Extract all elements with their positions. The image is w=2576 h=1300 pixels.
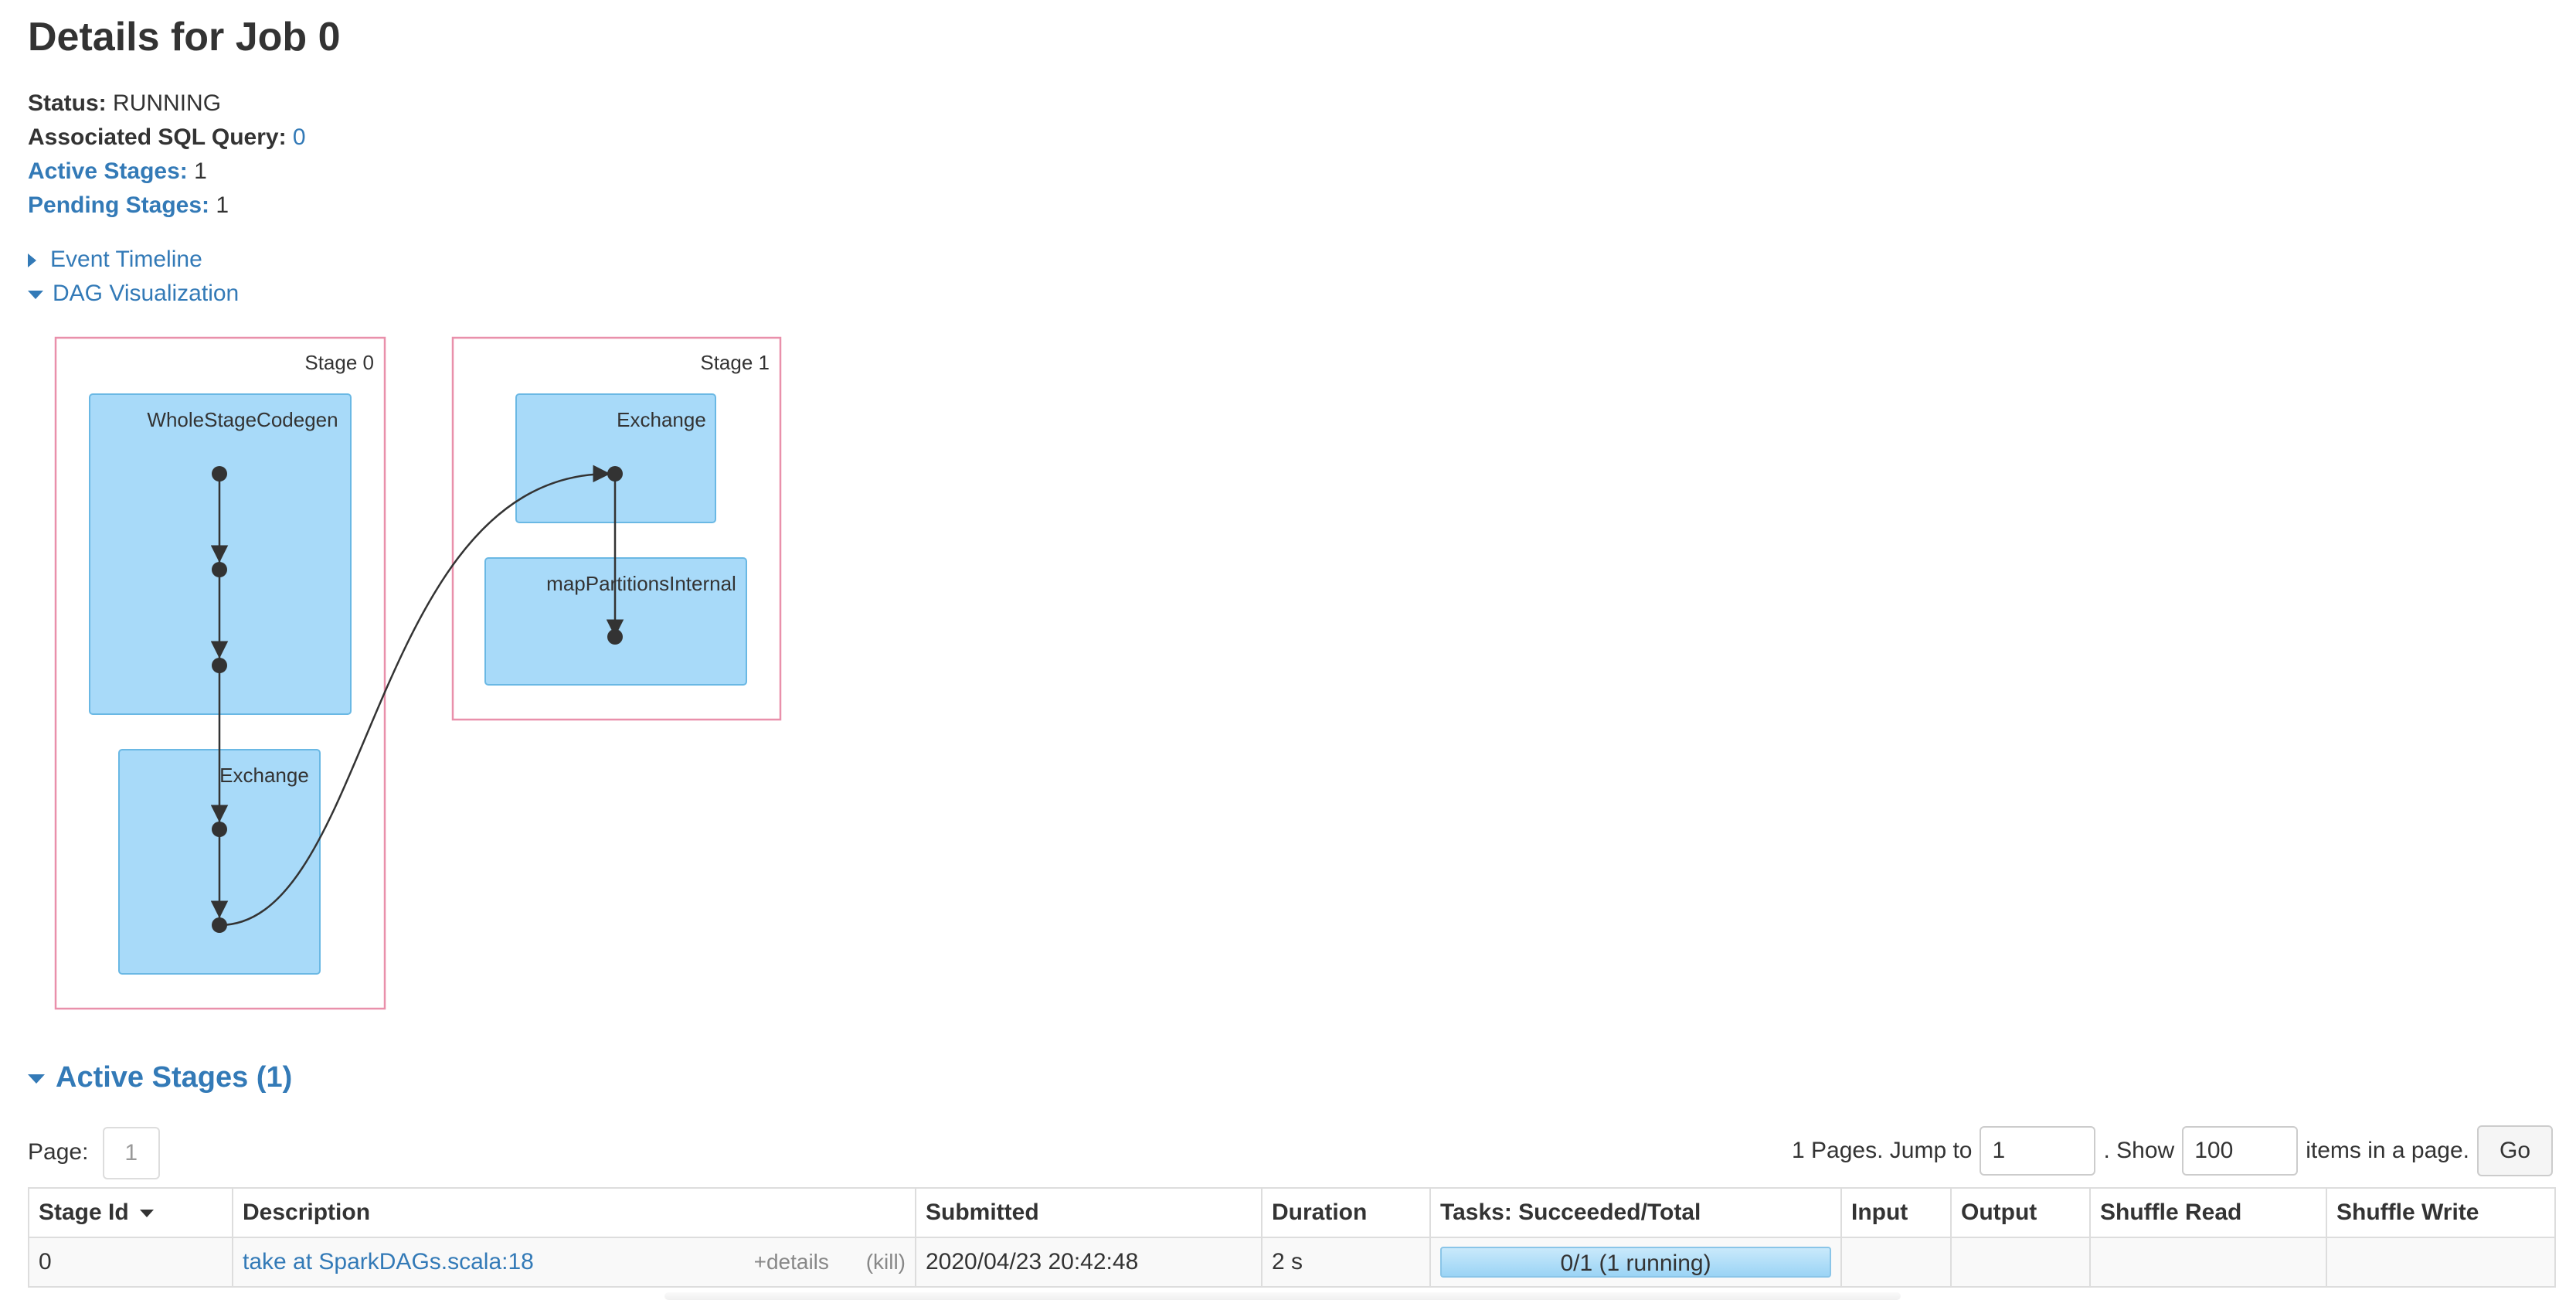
sort-desc-icon bbox=[139, 1210, 154, 1218]
dag-node[interactable] bbox=[212, 466, 227, 482]
tasks-progress-text: 0/1 (1 running) bbox=[1560, 1251, 1711, 1276]
page-number-button[interactable]: 1 bbox=[102, 1127, 160, 1180]
mappartitionsinternal-label: mapPartitionsInternal bbox=[546, 572, 736, 595]
active-stages-row: Active Stages: 1 bbox=[28, 155, 306, 189]
page-title: Details for Job 0 bbox=[28, 15, 341, 60]
stage-1-exchange-label: Exchange bbox=[617, 408, 706, 431]
active-stages-link[interactable]: Active Stages: bbox=[28, 158, 188, 184]
job-details-page: Details for Job 0 Status: RUNNING Associ… bbox=[0, 0, 2576, 1300]
sql-query-label: Associated SQL Query: bbox=[28, 124, 287, 150]
jump-to-page-input[interactable] bbox=[1980, 1126, 2096, 1176]
job-summary: Status: RUNNING Associated SQL Query: 0 … bbox=[28, 87, 306, 223]
shuffle-read-cell bbox=[2089, 1237, 2327, 1288]
sql-query-row: Associated SQL Query: 0 bbox=[28, 121, 306, 155]
submitted-cell: 2020/04/23 20:42:48 bbox=[915, 1237, 1263, 1288]
dag-visualization-label: DAG Visualization bbox=[53, 281, 240, 306]
table-row: 0 take at SparkDAGs.scala:18 +details (k… bbox=[28, 1237, 2556, 1288]
wholestagecodegen-label: WholeStageCodegen bbox=[147, 408, 338, 431]
caret-right-icon bbox=[28, 254, 36, 268]
active-stages-title: Active Stages (1) bbox=[56, 1061, 293, 1094]
active-stages-header[interactable]: Active Stages (1) bbox=[28, 1056, 292, 1099]
status-label: Status: bbox=[28, 90, 107, 116]
page-size-input[interactable] bbox=[2182, 1126, 2299, 1176]
column-header-output[interactable]: Output bbox=[1950, 1187, 2091, 1238]
sql-query-link[interactable]: 0 bbox=[293, 124, 306, 150]
dag-node[interactable] bbox=[212, 822, 227, 837]
active-stages-table: Stage Id Description Submitted Duration … bbox=[28, 1187, 2556, 1288]
status-row: Status: RUNNING bbox=[28, 87, 306, 121]
column-header-stage-id[interactable]: Stage Id bbox=[28, 1187, 233, 1238]
stage-id-cell: 0 bbox=[28, 1237, 233, 1288]
go-button[interactable]: Go bbox=[2477, 1125, 2553, 1176]
tasks-progress-bar: 0/1 (1 running) bbox=[1440, 1247, 1831, 1278]
column-header-input[interactable]: Input bbox=[1840, 1187, 1952, 1238]
caret-down-icon bbox=[28, 1074, 45, 1084]
column-header-description[interactable]: Description bbox=[232, 1187, 916, 1238]
stage-0-exchange-label: Exchange bbox=[219, 764, 309, 787]
description-cell: take at SparkDAGs.scala:18 +details (kil… bbox=[232, 1237, 916, 1288]
pages-jump-text: 1 Pages. Jump to bbox=[1792, 1138, 1973, 1163]
event-timeline-toggle[interactable]: Event Timeline bbox=[28, 243, 202, 277]
dag-node[interactable] bbox=[212, 562, 227, 577]
column-header-duration[interactable]: Duration bbox=[1261, 1187, 1431, 1238]
event-timeline-label: Event Timeline bbox=[50, 247, 202, 272]
pending-stages-row: Pending Stages: 1 bbox=[28, 189, 306, 223]
output-cell bbox=[1950, 1237, 2091, 1288]
kill-stage-link[interactable]: (kill) bbox=[866, 1250, 906, 1274]
shuffle-write-cell bbox=[2326, 1237, 2556, 1288]
dag-visualization-toggle[interactable]: DAG Visualization bbox=[28, 277, 239, 311]
column-header-tasks[interactable]: Tasks: Succeeded/Total bbox=[1429, 1187, 1842, 1238]
dag-visualization: Stage 0 WholeStageCodegen Exchange Stage… bbox=[54, 336, 782, 1010]
tasks-cell: 0/1 (1 running) bbox=[1429, 1237, 1842, 1288]
pending-stages-link[interactable]: Pending Stages: bbox=[28, 192, 209, 218]
column-header-shuffle-read[interactable]: Shuffle Read bbox=[2089, 1187, 2327, 1238]
active-stages-count: 1 bbox=[194, 158, 207, 184]
column-header-submitted[interactable]: Submitted bbox=[915, 1187, 1263, 1238]
status-value: RUNNING bbox=[113, 90, 222, 116]
page-label: Page: bbox=[28, 1139, 89, 1165]
pending-stages-count: 1 bbox=[216, 192, 229, 218]
bottom-shadow bbox=[664, 1292, 1901, 1300]
pager-left: Page: 1 bbox=[28, 1127, 160, 1180]
stage-1-label: Stage 1 bbox=[700, 351, 770, 374]
items-per-page-text: items in a page. bbox=[2306, 1138, 2469, 1163]
dag-node[interactable] bbox=[607, 466, 623, 482]
column-header-shuffle-write[interactable]: Shuffle Write bbox=[2326, 1187, 2556, 1238]
dag-node[interactable] bbox=[212, 917, 227, 933]
input-cell bbox=[1840, 1237, 1952, 1288]
show-text: . Show bbox=[2103, 1138, 2175, 1163]
pager-right: 1 Pages. Jump to . Show items in a page.… bbox=[1792, 1125, 2553, 1176]
caret-down-icon bbox=[28, 290, 43, 299]
dag-node[interactable] bbox=[212, 658, 227, 673]
duration-cell: 2 s bbox=[1261, 1237, 1431, 1288]
table-header-row: Stage Id Description Submitted Duration … bbox=[28, 1187, 2556, 1238]
dag-node[interactable] bbox=[607, 629, 623, 645]
stage-description-link[interactable]: take at SparkDAGs.scala:18 bbox=[243, 1249, 534, 1275]
details-toggle[interactable]: +details bbox=[754, 1250, 829, 1274]
stage-0-label: Stage 0 bbox=[304, 351, 374, 374]
